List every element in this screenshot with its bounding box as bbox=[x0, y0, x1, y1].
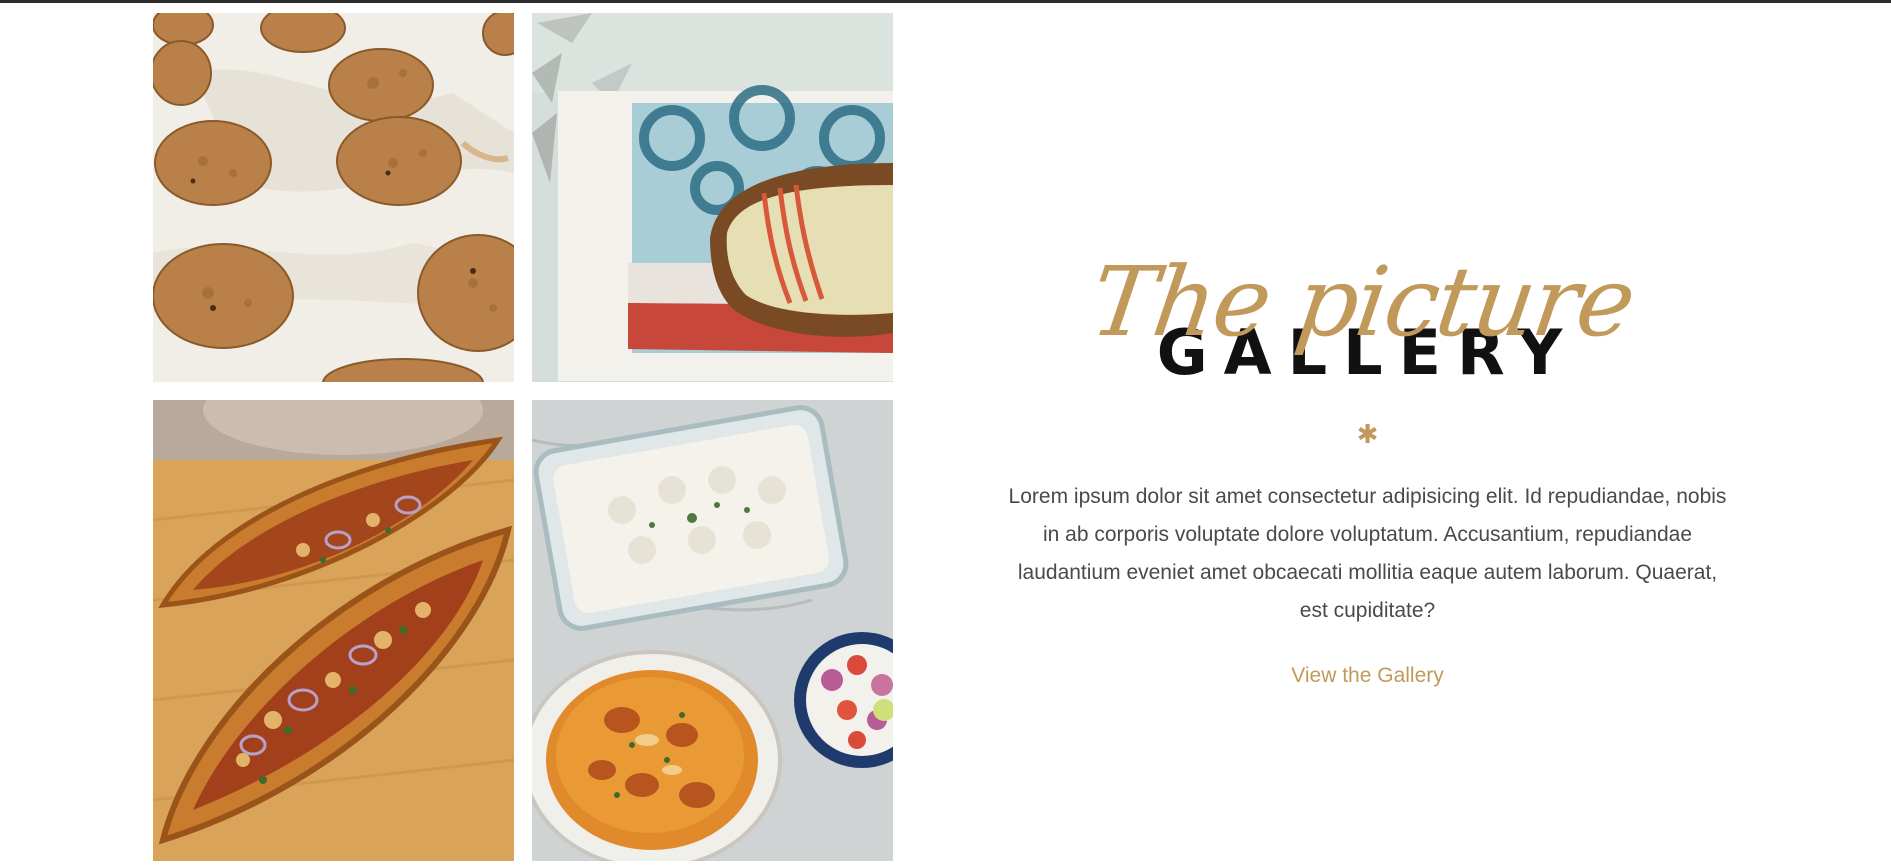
custard-pie-photo[interactable] bbox=[532, 13, 893, 382]
view-gallery-link[interactable]: View the Gallery bbox=[1291, 664, 1444, 688]
script-title: The picture bbox=[1084, 246, 1641, 358]
photo-grid bbox=[0, 0, 900, 868]
gallery-description: Lorem ipsum dolor sit amet consectetur a… bbox=[1008, 485, 1727, 622]
cookies-photo[interactable] bbox=[153, 13, 514, 382]
asterisk-icon: ✱ bbox=[1356, 420, 1379, 450]
gallery-intro: The picture GALLERY ✱ Lorem ipsum dolor … bbox=[970, 180, 1765, 688]
pide-flatbread-photo[interactable] bbox=[153, 400, 514, 861]
rice-curry-photo[interactable] bbox=[532, 400, 893, 861]
